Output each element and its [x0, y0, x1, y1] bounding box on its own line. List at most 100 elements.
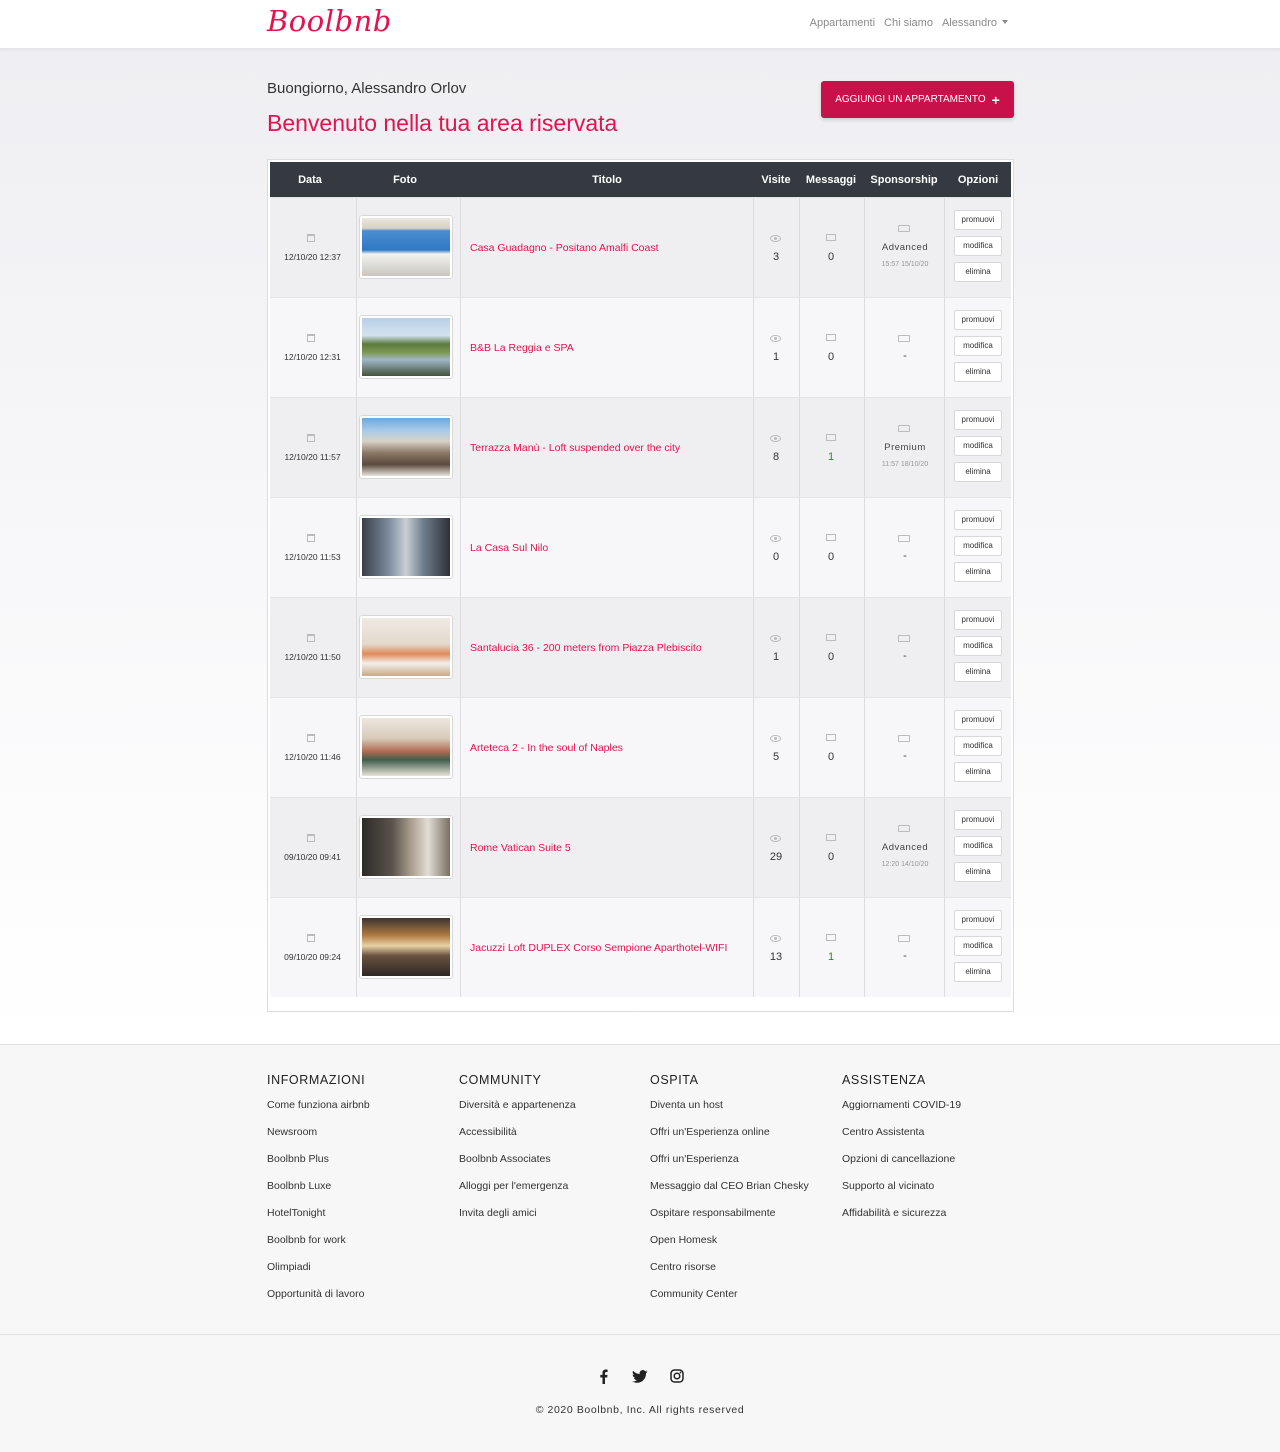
row-date: 12/10/20 11:57	[284, 452, 341, 462]
sponsorship-level: -	[903, 550, 907, 562]
footer-link[interactable]: Come funziona airbnb	[267, 1098, 457, 1125]
promote-button[interactable]: promuovi	[954, 810, 1002, 830]
apartment-photo[interactable]	[359, 615, 453, 679]
footer-link[interactable]: Diventa un host	[650, 1098, 840, 1125]
apartment-photo[interactable]	[359, 915, 453, 979]
instagram-icon[interactable]	[669, 1368, 685, 1384]
apartment-title-link[interactable]: La Casa Sul Nilo	[470, 542, 548, 554]
apartment-thumbnail	[362, 718, 450, 776]
footer-link[interactable]: Boolbnb Plus	[267, 1152, 457, 1179]
apartment-thumbnail	[362, 518, 450, 576]
delete-button[interactable]: elimina	[954, 662, 1002, 682]
footer-link[interactable]: Olimpiadi	[267, 1260, 457, 1287]
edit-button[interactable]: modifica	[954, 236, 1002, 256]
delete-button[interactable]: elimina	[954, 462, 1002, 482]
apartment-photo[interactable]	[359, 215, 453, 279]
apartment-photo[interactable]	[359, 715, 453, 779]
promote-button[interactable]: promuovi	[954, 510, 1002, 530]
calendar-icon	[307, 834, 315, 842]
delete-button[interactable]: elimina	[954, 862, 1002, 882]
footer-link[interactable]: Open Homesk	[650, 1233, 840, 1260]
footer-link[interactable]: Aggiornamenti COVID-19	[842, 1098, 1032, 1125]
edit-button[interactable]: modifica	[954, 436, 1002, 456]
money-icon	[898, 335, 910, 342]
header-messages: Messaggi	[805, 174, 857, 186]
apartment-title-link[interactable]: Jacuzzi Loft DUPLEX Corso Sempione Apart…	[470, 942, 727, 954]
delete-button[interactable]: elimina	[954, 562, 1002, 582]
delete-button[interactable]: elimina	[954, 762, 1002, 782]
apartment-title-link[interactable]: Rome Vatican Suite 5	[470, 842, 571, 854]
footer-link[interactable]: Affidabilità e sicurezza	[842, 1206, 1032, 1233]
page-title: Benvenuto nella tua area riservata	[267, 110, 618, 136]
edit-button[interactable]: modifica	[954, 836, 1002, 856]
edit-button[interactable]: modifica	[954, 536, 1002, 556]
edit-button[interactable]: modifica	[954, 636, 1002, 656]
apartment-photo[interactable]	[359, 515, 453, 579]
eye-icon	[770, 535, 781, 542]
column-divider	[799, 598, 800, 697]
apartment-title-link[interactable]: B&B La Reggia e SPA	[470, 342, 574, 354]
apartment-title-link[interactable]: Santalucia 36 - 200 meters from Piazza P…	[470, 642, 702, 654]
promote-button[interactable]: promuovi	[954, 710, 1002, 730]
envelope-icon	[826, 834, 836, 841]
eye-icon	[770, 735, 781, 742]
sponsorship-level: Advanced	[881, 842, 929, 853]
table-row: 09/10/20 09:24 Jacuzzi Loft DUPLEX Corso …	[270, 897, 1011, 997]
messages-count: 0	[827, 651, 835, 663]
apartment-photo[interactable]	[359, 315, 453, 379]
apartment-title-link[interactable]: Arteteca 2 - In the soul of Naples	[470, 742, 623, 754]
footer-link[interactable]: Opportunità di lavoro	[267, 1287, 457, 1314]
delete-button[interactable]: elimina	[954, 262, 1002, 282]
delete-button[interactable]: elimina	[954, 362, 1002, 382]
column-divider	[864, 898, 865, 997]
footer-link[interactable]: Invita degli amici	[459, 1206, 649, 1233]
user-menu[interactable]: Alessandro	[942, 17, 1008, 29]
footer-link[interactable]: Alloggi per l'emergenza	[459, 1179, 649, 1206]
twitter-icon[interactable]	[632, 1368, 648, 1384]
money-icon	[898, 735, 910, 742]
edit-button[interactable]: modifica	[954, 336, 1002, 356]
edit-button[interactable]: modifica	[954, 936, 1002, 956]
delete-button[interactable]: elimina	[954, 962, 1002, 982]
footer-link[interactable]: Newsroom	[267, 1125, 457, 1152]
footer-link[interactable]: Supporto al vicinato	[842, 1179, 1032, 1206]
footer-link[interactable]: Community Center	[650, 1287, 840, 1314]
footer-link[interactable]: Messaggio dal CEO Brian Chesky	[650, 1179, 840, 1206]
apartment-title-link[interactable]: Casa Guadagno - Positano Amalfi Coast	[470, 242, 659, 254]
footer-link[interactable]: Boolbnb for work	[267, 1233, 457, 1260]
footer-link[interactable]: Boolbnb Luxe	[267, 1179, 457, 1206]
column-divider	[356, 198, 357, 297]
apartment-photo[interactable]	[359, 815, 453, 879]
footer-divider	[0, 1334, 1280, 1335]
facebook-icon[interactable]	[595, 1368, 611, 1384]
edit-button[interactable]: modifica	[954, 736, 1002, 756]
table-row: 12/10/20 11:57 Terrazza Manù - Loft suspe…	[270, 397, 1011, 497]
footer-link[interactable]: Diversità e appartenenza	[459, 1098, 649, 1125]
nav-about[interactable]: Chi siamo	[884, 17, 933, 29]
visits-count: 8	[772, 451, 780, 463]
nav-apartments[interactable]: Appartamenti	[810, 17, 875, 29]
promote-button[interactable]: promuovi	[954, 310, 1002, 330]
add-apartment-button[interactable]: AGGIUNGI UN APPARTAMENTO +	[821, 81, 1014, 118]
promote-button[interactable]: promuovi	[954, 410, 1002, 430]
footer-link[interactable]: Ospitare responsabilmente	[650, 1206, 840, 1233]
brand-logo[interactable]: Boolbnb	[267, 4, 392, 38]
table-row: 09/10/20 09:41 Rome Vatican Suite 5 29 0 Adv…	[270, 797, 1011, 897]
promote-button[interactable]: promuovi	[954, 210, 1002, 230]
column-divider	[799, 498, 800, 597]
sponsorship-expiry: 12:20 14/10/20	[881, 861, 929, 868]
column-divider	[864, 598, 865, 697]
footer-link[interactable]: Centro risorse	[650, 1260, 840, 1287]
footer-link[interactable]: Opzioni di cancellazione	[842, 1152, 1032, 1179]
footer-link[interactable]: Boolbnb Associates	[459, 1152, 649, 1179]
apartment-title-link[interactable]: Terrazza Manù - Loft suspended over the …	[470, 442, 680, 454]
row-date: 12/10/20 12:31	[284, 352, 341, 362]
footer-link[interactable]: Centro Assistenta	[842, 1125, 1032, 1152]
promote-button[interactable]: promuovi	[954, 910, 1002, 930]
promote-button[interactable]: promuovi	[954, 610, 1002, 630]
footer-link[interactable]: Accessibilità	[459, 1125, 649, 1152]
apartment-photo[interactable]	[359, 415, 453, 479]
footer-link[interactable]: HotelTonight	[267, 1206, 457, 1233]
footer-link[interactable]: Offri un'Esperienza online	[650, 1125, 840, 1152]
footer-link[interactable]: Offri un'Esperienza	[650, 1152, 840, 1179]
